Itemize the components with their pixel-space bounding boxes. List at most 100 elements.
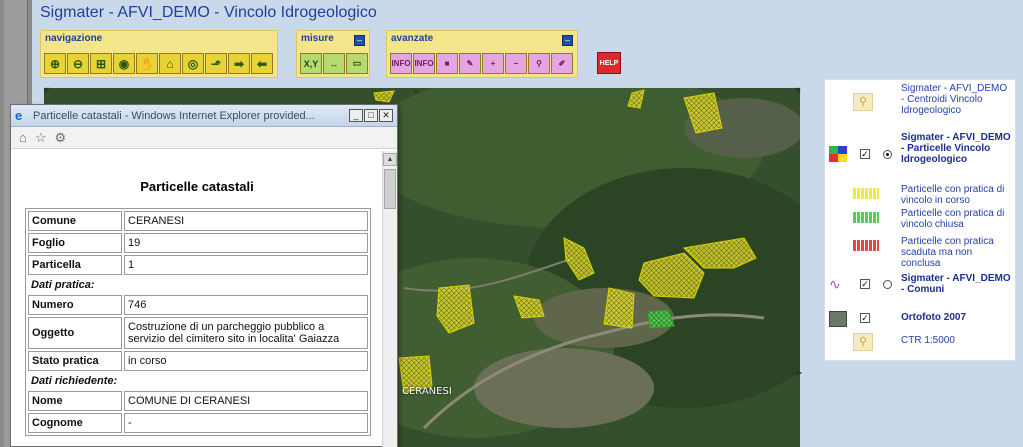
layer-visibility-checkbox[interactable]: ✓ — [860, 279, 870, 289]
photo-layer-icon — [829, 311, 847, 327]
layer-visibility-checkbox[interactable]: ✓ — [860, 149, 870, 159]
measure-area-icon[interactable]: ▭ — [346, 53, 368, 74]
info-icon[interactable]: INFO — [390, 53, 412, 74]
field-key: Nome — [28, 391, 122, 411]
field-key: Numero — [28, 295, 122, 315]
home-icon[interactable]: ⌂ — [19, 130, 27, 145]
legend-swatch — [853, 240, 879, 251]
table-row: Nome COMUNE DI CERANESI — [28, 391, 368, 411]
legend-item-label: CTR 1:5000 — [901, 335, 955, 346]
legend-item-label: Particelle con pratica di vincolo in cor… — [901, 184, 1005, 206]
info-select-icon[interactable]: INFO — [413, 53, 435, 74]
maximize-button[interactable]: □ — [364, 109, 378, 122]
field-value: 19 — [124, 233, 368, 253]
toolbar-misure-title: misure — [301, 33, 334, 44]
layer-visibility-checkbox[interactable]: ✓ — [860, 313, 870, 323]
internet-explorer-icon: e — [15, 107, 23, 123]
legend-item-label: Particelle con pratica di vincolo chiusa — [901, 208, 1005, 230]
legend-item-label: Particelle con pratica scaduta ma non co… — [901, 236, 994, 269]
table-row: Stato pratica in corso — [28, 351, 368, 371]
map-pan-up-handle[interactable]: ▲ — [412, 86, 420, 95]
popup-titlebar[interactable]: e Particelle catastali - Windows Interne… — [11, 105, 397, 127]
map-pan-right-handle[interactable]: ▶ — [796, 368, 804, 377]
field-key: Particella — [28, 255, 122, 275]
table-row: Comune CERANESI — [28, 211, 368, 231]
legend-item-label: Sigmater - AFVI_DEMO - Comuni — [901, 273, 1011, 295]
field-key: Stato pratica — [28, 351, 122, 371]
avanzate-buttons: INFO INFO ■ ✎ + − ⚲ ✐ — [390, 53, 573, 74]
layer-thumbnail-icon — [829, 146, 847, 162]
eraser-icon[interactable]: ✎ — [459, 53, 481, 74]
coordinates-icon[interactable]: X,Y — [300, 53, 322, 74]
measure-distance-icon[interactable]: ↔ — [323, 53, 345, 74]
zoom-in-icon[interactable]: ⊕ — [44, 53, 66, 74]
legend-item-label: Sigmater - AFVI_DEMO - Centroidi Vincolo… — [901, 83, 1008, 116]
pan-hand-icon[interactable]: ✋ — [136, 53, 158, 74]
field-value: Costruzione di un parcheggio pubblico a … — [124, 317, 368, 349]
misure-buttons: X,Y ↔ ▭ — [300, 53, 368, 74]
field-value: CERANESI — [124, 211, 368, 231]
table-section-row: Dati richiedente: — [28, 373, 368, 389]
table-row: Oggetto Costruzione di un parcheggio pubb… — [28, 317, 368, 349]
popup-scrollbar[interactable]: ▲ — [382, 151, 397, 447]
legend-swatch — [853, 188, 879, 199]
zoom-out-icon[interactable]: ⊖ — [67, 53, 89, 74]
table-row: Foglio 19 — [28, 233, 368, 253]
select-icon[interactable]: ⬏ — [205, 53, 227, 74]
legend-item-label: Ortofoto 2007 — [901, 312, 967, 323]
scroll-up-arrow-icon[interactable]: ▲ — [383, 153, 397, 166]
section-label: Dati pratica: — [31, 279, 95, 291]
forward-arrow-icon[interactable]: ➡ — [228, 53, 250, 74]
scrollbar-thumb[interactable] — [384, 169, 396, 209]
table-row: Particella 1 — [28, 255, 368, 275]
active-layer-radio[interactable] — [883, 280, 892, 289]
toolbar-avanzate: avanzate – INFO INFO ■ ✎ + − ⚲ ✐ — [386, 30, 578, 78]
parcel-details-table: Comune CERANESI Foglio 19 Particella 1 Dati pr… — [25, 208, 371, 436]
add-icon[interactable]: + — [482, 53, 504, 74]
avanzate-collapse-button[interactable]: – — [562, 35, 573, 46]
home-icon[interactable]: ⌂ — [159, 53, 181, 74]
table-section-row: Dati pratica: — [28, 277, 368, 293]
legend-item-label: Sigmater - AFVI_DEMO - Particelle Vincol… — [901, 132, 1011, 165]
toolbar-navigazione-title: navigazione — [45, 33, 103, 44]
field-value: in corso — [124, 351, 368, 371]
layer-legend-panel: ⚲ Sigmater - AFVI_DEMO - Centroidi Vincol… — [824, 79, 1016, 361]
magnifier-icon[interactable]: ⚲ — [853, 333, 873, 351]
toolbar-misure: misure – X,Y ↔ ▭ — [296, 30, 370, 78]
field-key: Cognome — [28, 413, 122, 433]
help-button[interactable]: HELP — [597, 52, 621, 74]
misure-collapse-button[interactable]: – — [354, 35, 365, 46]
active-layer-radio[interactable] — [883, 150, 892, 159]
navigazione-buttons: ⊕ ⊖ ⊞ ◉ ✋ ⌂ ◎ ⬏ ➡ ⬅ — [44, 53, 273, 74]
zoom-box-icon[interactable]: ⊞ — [90, 53, 112, 74]
table-row: Cognome - — [28, 413, 368, 433]
table-row: Numero 746 — [28, 295, 368, 315]
settings-gear-icon[interactable]: ⚙ — [55, 130, 67, 146]
field-key: Comune — [28, 211, 122, 231]
map-place-label: CERANESI — [402, 386, 452, 397]
map-corner-ne-handle[interactable]: ◥ — [794, 86, 802, 95]
toolbar-navigazione: navigazione ⊕ ⊖ ⊞ ◉ ✋ ⌂ ◎ ⬏ ➡ ⬅ — [40, 30, 278, 78]
edit-icon[interactable]: ✐ — [551, 53, 573, 74]
legend-swatch — [853, 212, 879, 223]
map-corner-nw-handle[interactable]: ◤ — [44, 86, 52, 95]
full-extent-icon[interactable]: ◎ — [182, 53, 204, 74]
section-label: Dati richiedente: — [31, 375, 118, 387]
toolbar-avanzate-title: avanzate — [391, 33, 434, 44]
close-button[interactable]: ✕ — [379, 109, 393, 122]
favorites-star-icon[interactable]: ☆ — [35, 130, 47, 146]
binoculars-icon[interactable]: ⚲ — [528, 53, 550, 74]
popup-heading: Particelle catastali — [140, 179, 254, 194]
popup-content: Particelle catastali Comune CERANESI Fogli… — [11, 151, 383, 447]
field-key: Foglio — [28, 233, 122, 253]
remove-icon[interactable]: − — [505, 53, 527, 74]
popup-window: e Particelle catastali - Windows Interne… — [10, 104, 398, 447]
magnifier-icon[interactable]: ⚲ — [853, 93, 873, 111]
line-layer-icon: ∿ — [829, 276, 841, 292]
back-arrow-icon[interactable]: ⬅ — [251, 53, 273, 74]
minimize-button[interactable]: _ — [349, 109, 363, 122]
popup-command-bar: ⌂ ☆ ⚙ — [11, 127, 397, 149]
zoom-prev-icon[interactable]: ◉ — [113, 53, 135, 74]
popup-window-title: Particelle catastali - Windows Internet … — [33, 109, 315, 122]
layer-green-icon[interactable]: ■ — [436, 53, 458, 74]
